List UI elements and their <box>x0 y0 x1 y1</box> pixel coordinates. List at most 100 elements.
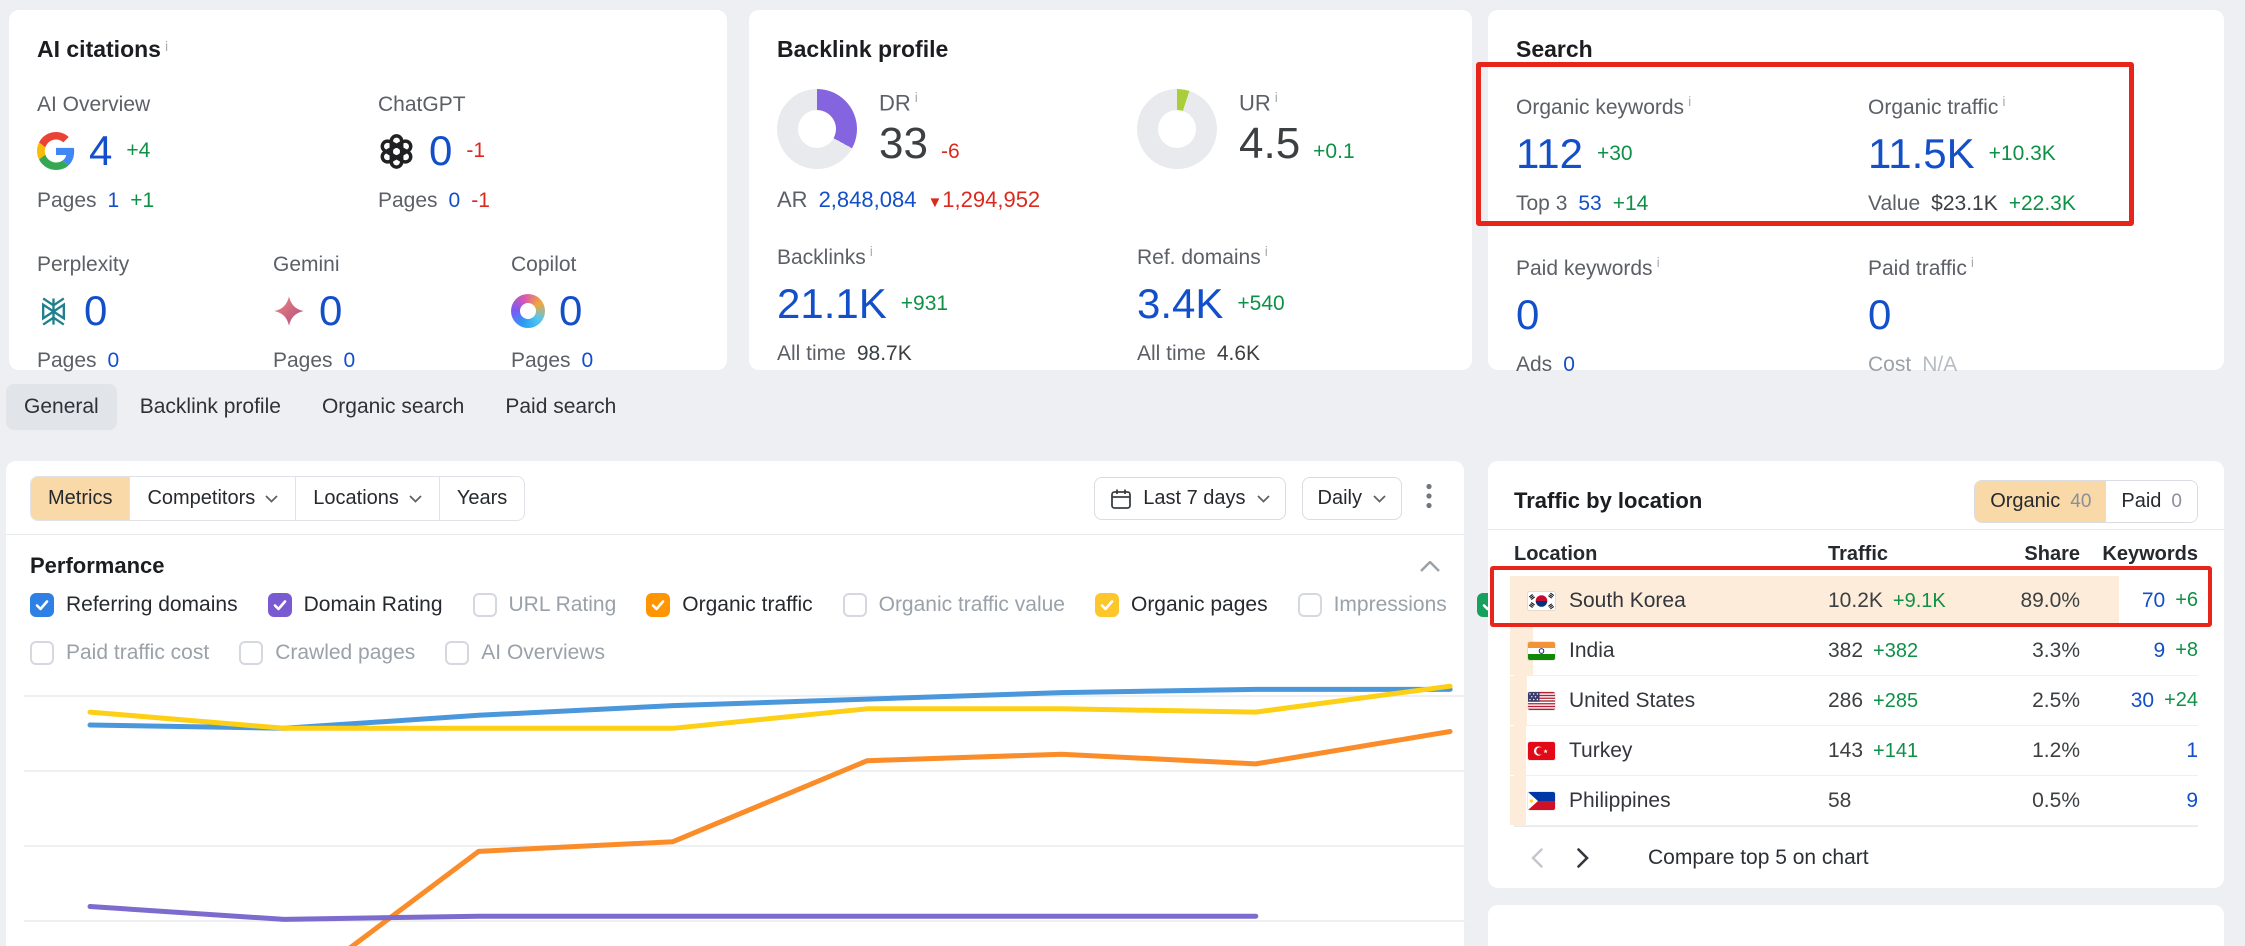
date-range-button[interactable]: Last 7 days <box>1094 477 1285 520</box>
keywords-delta: +8 <box>2175 639 2198 663</box>
granularity-button[interactable]: Daily <box>1302 477 1402 520</box>
ref-domains-metric: Ref. domainsi 3.4K+540 All time4.6K <box>1137 243 1444 366</box>
ai-citations-title: AI citationsi <box>37 36 699 63</box>
perplexity-value[interactable]: 0 <box>84 290 107 332</box>
checkbox-referring-domains[interactable]: Referring domains <box>30 593 238 617</box>
metric-checkbox-row-1: Referring domains Domain Rating URL Rati… <box>30 593 1440 617</box>
traffic-by-location-title: Traffic by location <box>1514 488 1702 514</box>
info-icon[interactable]: i <box>1657 254 1660 270</box>
value-amount: $23.1K <box>1931 192 1998 216</box>
organic-paid-toggle: Organic40 Paid0 <box>1974 480 2198 523</box>
info-icon[interactable]: i <box>1688 93 1691 109</box>
paid-traffic-value[interactable]: 0 <box>1868 294 1891 336</box>
copilot-value[interactable]: 0 <box>559 290 582 332</box>
dr-label: DRi <box>879 89 960 116</box>
tab-organic-search[interactable]: Organic search <box>304 384 482 430</box>
location-row-united-states: United States 286+285 2.5% 30+24 <box>1514 676 2198 726</box>
location-name: Philippines <box>1569 789 1671 813</box>
info-icon[interactable]: i <box>915 89 918 105</box>
locations-button[interactable]: Locations <box>295 477 439 520</box>
organic-traffic-value[interactable]: 11.5K <box>1868 133 1975 175</box>
keywords-link[interactable]: 9 <box>2154 639 2166 663</box>
backlink-profile-title: Backlink profile <box>777 36 1444 63</box>
ai-overview-value[interactable]: 4 <box>89 130 112 172</box>
organic-keywords-value[interactable]: 112 <box>1516 133 1583 175</box>
checkbox-impressions[interactable]: Impressions <box>1298 593 1447 617</box>
ai-item-copilot: Copilot 0 Pages0 <box>511 253 699 373</box>
tab-paid-search[interactable]: Paid search <box>487 384 634 430</box>
pages-value[interactable]: 0 <box>582 349 594 373</box>
top3-label: Top 3 <box>1516 192 1567 216</box>
checkbox-domain-rating[interactable]: Domain Rating <box>268 593 443 617</box>
perplexity-icon <box>37 295 70 328</box>
backlinks-metric: Backlinksi 21.1K+931 All time98.7K <box>777 243 1137 366</box>
competitors-button[interactable]: Competitors <box>129 477 295 520</box>
next-page-button[interactable] <box>1560 835 1606 881</box>
location-row-philippines: Philippines 58 0.5% 9 <box>1514 776 2198 826</box>
info-icon[interactable]: i <box>2002 93 2005 109</box>
info-icon[interactable]: i <box>1971 254 1974 270</box>
ur-value: 4.5 <box>1239 119 1300 169</box>
backlinks-value[interactable]: 21.1K <box>777 283 887 325</box>
ar-value[interactable]: 2,848,084 <box>819 187 917 213</box>
chatgpt-value[interactable]: 0 <box>429 130 452 172</box>
section-tabs: General Backlink profile Organic search … <box>6 384 634 430</box>
tab-backlink-profile[interactable]: Backlink profile <box>122 384 299 430</box>
share-value: 2.5% <box>1980 689 2080 713</box>
keywords-link[interactable]: 70 <box>2142 589 2165 613</box>
traffic-value: 58 <box>1828 789 1851 813</box>
prev-page-button[interactable] <box>1514 835 1560 881</box>
pages-value[interactable]: 0 <box>449 189 461 213</box>
years-button[interactable]: Years <box>439 477 524 520</box>
checkbox-organic-traffic[interactable]: Organic traffic <box>646 593 812 617</box>
more-options-button[interactable] <box>1418 483 1440 514</box>
flag-united-states <box>1528 692 1555 710</box>
ai-item-label: Gemini <box>273 253 511 277</box>
compare-top5-label[interactable]: Compare top 5 on chart <box>1648 846 1869 870</box>
collapse-chevron-icon[interactable] <box>1420 561 1440 572</box>
location-name: South Korea <box>1569 589 1686 613</box>
screen: AI citationsi AI Overview 4 +4 Pages1+1 … <box>0 0 2245 946</box>
checkbox-organic-traffic-value[interactable]: Organic traffic value <box>843 593 1065 617</box>
dr-delta: -6 <box>941 140 960 164</box>
ai-item-chatgpt: ChatGPT 0 -1 Pages0-1 <box>378 93 699 213</box>
cost-value: N/A <box>1922 353 1957 377</box>
pages-value[interactable]: 1 <box>108 189 120 213</box>
keywords-by-intent-card: Organic keywords by intent Beta <box>1488 905 2224 946</box>
backlink-profile-card: Backlink profile DRi 33-6 URi 4.5+0.1 AR… <box>749 10 1472 370</box>
performance-chart[interactable] <box>24 657 1471 946</box>
ads-label: Ads <box>1516 353 1552 377</box>
keywords-link[interactable]: 9 <box>2186 789 2198 813</box>
pages-value[interactable]: 0 <box>344 349 356 373</box>
pages-value[interactable]: 0 <box>108 349 120 373</box>
share-value: 1.2% <box>1980 739 2080 763</box>
google-icon <box>37 132 75 170</box>
toggle-paid[interactable]: Paid0 <box>2106 481 2197 522</box>
copilot-icon <box>511 294 545 328</box>
checkbox-organic-pages[interactable]: Organic pages <box>1095 593 1268 617</box>
paid-keywords-metric: Paid keywordsi 0 Ads0 <box>1516 254 1868 377</box>
info-icon[interactable]: i <box>165 38 168 54</box>
location-row-south-korea: South Korea 10.2K+9.1K 89.0% 70+6 <box>1514 576 2198 626</box>
info-icon[interactable]: i <box>870 243 873 259</box>
paid-keywords-value[interactable]: 0 <box>1516 294 1539 336</box>
tab-general[interactable]: General <box>6 384 117 430</box>
metrics-button[interactable]: Metrics <box>31 477 129 520</box>
checkbox-url-rating[interactable]: URL Rating <box>473 593 617 617</box>
toggle-organic[interactable]: Organic40 <box>1975 481 2106 522</box>
ref-domains-value[interactable]: 3.4K <box>1137 283 1223 325</box>
info-icon[interactable]: i <box>1275 89 1278 105</box>
ar-rank: AR 2,848,084 ▼1,294,952 <box>777 187 1444 213</box>
top3-value[interactable]: 53 <box>1578 192 1601 216</box>
performance-card: Metrics Competitors Locations Years Last… <box>6 461 1464 946</box>
gemini-value[interactable]: 0 <box>319 290 342 332</box>
ads-value[interactable]: 0 <box>1563 353 1575 377</box>
keywords-link[interactable]: 1 <box>2186 739 2198 763</box>
info-icon[interactable]: i <box>1265 243 1268 259</box>
value-label: Value <box>1868 192 1920 216</box>
organic-keywords-label: Organic keywordsi <box>1516 93 1868 120</box>
ar-delta: ▼1,294,952 <box>927 187 1040 213</box>
pages-label: Pages <box>37 189 97 213</box>
keywords-link[interactable]: 30 <box>2131 689 2154 713</box>
flag-south-korea <box>1528 592 1555 610</box>
